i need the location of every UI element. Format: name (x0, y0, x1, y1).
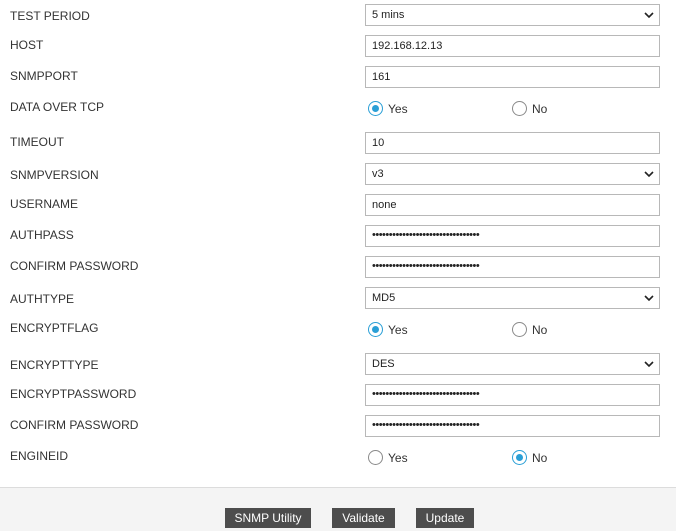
snmpport-input[interactable]: 161 (365, 66, 660, 88)
snmpversion-label: SNMPVERSION (10, 168, 99, 182)
username-input[interactable]: none (365, 194, 660, 216)
authpass-input[interactable]: •••••••••••••••••••••••••••••••• (365, 225, 660, 247)
engineid-no-label: No (532, 450, 548, 465)
snmp-utility-button[interactable]: SNMP Utility (225, 508, 311, 528)
snmpversion-select[interactable]: v3 (365, 163, 660, 185)
form-footer: SNMP Utility Validate Update (0, 487, 676, 531)
engineid-no-option[interactable]: No (512, 450, 547, 465)
chevron-down-icon (644, 295, 654, 302)
authtype-label: AUTHTYPE (10, 292, 75, 306)
chevron-down-icon (644, 361, 654, 368)
test-period-select[interactable]: 5 mins (365, 4, 660, 26)
data-over-tcp-label: DATA OVER TCP (10, 100, 105, 114)
snmpport-label: SNMPPORT (10, 69, 78, 83)
data-over-tcp-no-option[interactable]: No (512, 101, 547, 116)
encryptflag-no-option[interactable]: No (512, 322, 547, 337)
test-period-label: TEST PERIOD (10, 9, 90, 23)
authpass-label: AUTHPASS (10, 228, 74, 242)
username-label: USERNAME (10, 197, 79, 211)
authtype-value: MD5 (372, 292, 396, 304)
host-input[interactable]: 192.168.12.13 (365, 35, 660, 57)
data-over-tcp-yes-option[interactable]: Yes (368, 101, 408, 116)
chevron-down-icon (644, 12, 654, 19)
radio-selected-icon[interactable] (512, 450, 527, 465)
radio-selected-icon[interactable] (368, 322, 383, 337)
data-over-tcp-yes-label: Yes (388, 101, 408, 116)
validate-button[interactable]: Validate (332, 508, 395, 528)
confirm-password-input[interactable]: •••••••••••••••••••••••••••••••• (365, 256, 660, 278)
chevron-down-icon (644, 171, 654, 178)
confirm-password-label: CONFIRM PASSWORD (10, 259, 139, 273)
timeout-label: TIMEOUT (10, 135, 64, 149)
encryptflag-yes-option[interactable]: Yes (368, 322, 408, 337)
encrypttype-value: DES (372, 358, 395, 370)
encryptpassword-value: •••••••••••••••••••••••••••••••• (372, 388, 480, 400)
username-value: none (372, 199, 397, 211)
encryptpassword-label: ENCRYPTPASSWORD (10, 387, 137, 401)
engineid-label: ENGINEID (10, 449, 69, 463)
encryptflag-label: ENCRYPTFLAG (10, 321, 99, 335)
authpass-value: •••••••••••••••••••••••••••••••• (372, 229, 480, 241)
test-period-value: 5 mins (372, 9, 405, 21)
confirm-encrypt-password-value: •••••••••••••••••••••••••••••••• (372, 419, 480, 431)
confirm-encrypt-password-label: CONFIRM PASSWORD (10, 418, 139, 432)
radio-unselected-icon[interactable] (512, 101, 527, 116)
encryptflag-no-label: No (532, 322, 548, 337)
data-over-tcp-no-label: No (532, 101, 548, 116)
radio-selected-icon[interactable] (368, 101, 383, 116)
engineid-yes-option[interactable]: Yes (368, 450, 408, 465)
host-value: 192.168.12.13 (372, 40, 443, 52)
encrypttype-select[interactable]: DES (365, 353, 660, 375)
encryptpassword-input[interactable]: •••••••••••••••••••••••••••••••• (365, 384, 660, 406)
snmpversion-value: v3 (372, 168, 384, 180)
authtype-select[interactable]: MD5 (365, 287, 660, 309)
update-button[interactable]: Update (416, 508, 474, 528)
host-label: HOST (10, 38, 44, 52)
confirm-password-value: •••••••••••••••••••••••••••••••• (372, 260, 480, 272)
timeout-input[interactable]: 10 (365, 132, 660, 154)
confirm-encrypt-password-input[interactable]: •••••••••••••••••••••••••••••••• (365, 415, 660, 437)
snmpport-value: 161 (372, 71, 391, 83)
encryptflag-yes-label: Yes (388, 322, 408, 337)
encrypttype-label: ENCRYPTTYPE (10, 358, 99, 372)
radio-unselected-icon[interactable] (368, 450, 383, 465)
engineid-yes-label: Yes (388, 450, 408, 465)
radio-unselected-icon[interactable] (512, 322, 527, 337)
timeout-value: 10 (372, 137, 385, 149)
